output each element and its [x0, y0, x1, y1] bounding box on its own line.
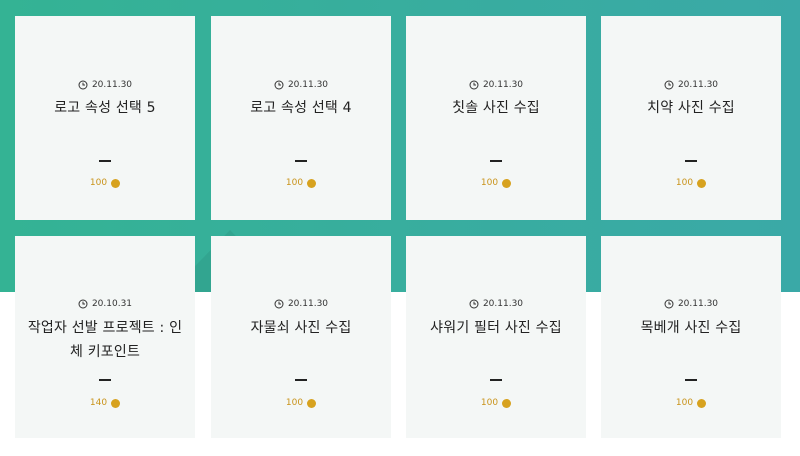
coin-icon	[697, 398, 707, 408]
card-title: 목베개 사진 수집	[640, 320, 742, 336]
card-points: 100	[675, 398, 694, 408]
points-row: 100	[406, 398, 586, 408]
card-points: 100	[285, 398, 304, 408]
card-date: 20.11.30	[677, 80, 719, 90]
clock-icon	[664, 80, 674, 90]
project-card[interactable]: 20.11.30 자물쇠 사진 수집 100	[211, 236, 391, 438]
points-row: 100	[601, 398, 781, 408]
card-title: 자물쇠 사진 수집	[250, 320, 352, 336]
coin-icon	[111, 398, 121, 408]
date-row: 20.11.30	[15, 80, 195, 90]
clock-icon	[664, 299, 674, 309]
divider-dash	[490, 379, 502, 381]
clock-icon	[274, 299, 284, 309]
project-card[interactable]: 20.11.30 치약 사진 수집 100	[601, 16, 781, 220]
coin-icon	[307, 398, 317, 408]
card-date: 20.10.31	[91, 299, 133, 309]
project-card[interactable]: 20.11.30 샤워기 필터 사진 수집 100	[406, 236, 586, 438]
date-row: 20.10.31	[15, 299, 195, 309]
divider-dash	[490, 160, 502, 162]
points-row: 100	[406, 178, 586, 188]
divider-dash	[99, 160, 111, 162]
points-row: 100	[601, 178, 781, 188]
card-points: 140	[89, 398, 108, 408]
card-title: 치약 사진 수집	[647, 100, 735, 116]
clock-icon	[78, 80, 88, 90]
points-row: 100	[211, 178, 391, 188]
card-title: 샤워기 필터 사진 수집	[430, 320, 562, 336]
card-date: 20.11.30	[91, 80, 133, 90]
card-date: 20.11.30	[482, 80, 524, 90]
clock-icon	[469, 299, 479, 309]
date-row: 20.11.30	[211, 80, 391, 90]
project-card[interactable]: 20.11.30 로고 속성 선택 4 100	[211, 16, 391, 220]
project-card[interactable]: 20.10.31 작업자 선발 프로젝트 : 인체 키포인트 140	[15, 236, 195, 438]
date-row: 20.11.30	[211, 299, 391, 309]
date-row: 20.11.30	[601, 299, 781, 309]
points-row: 100	[211, 398, 391, 408]
card-points: 100	[480, 398, 499, 408]
divider-dash	[295, 160, 307, 162]
card-date: 20.11.30	[287, 299, 329, 309]
points-row: 100	[15, 178, 195, 188]
date-row: 20.11.30	[406, 80, 586, 90]
card-points: 100	[285, 178, 304, 188]
card-title: 작업자 선발 프로젝트 : 인체 키포인트	[27, 320, 183, 360]
card-date: 20.11.30	[287, 80, 329, 90]
card-points: 100	[480, 178, 499, 188]
clock-icon	[78, 299, 88, 309]
card-date: 20.11.30	[677, 299, 719, 309]
project-card[interactable]: 20.11.30 칫솔 사진 수집 100	[406, 16, 586, 220]
date-row: 20.11.30	[406, 299, 586, 309]
divider-dash	[685, 379, 697, 381]
project-grid-page: 20.11.30 로고 속성 선택 5 100 20.11.30 로고 속성 선…	[0, 0, 800, 456]
card-date: 20.11.30	[482, 299, 524, 309]
coin-icon	[697, 178, 707, 188]
points-row: 140	[15, 398, 195, 408]
divider-dash	[295, 379, 307, 381]
divider-dash	[99, 379, 111, 381]
coin-icon	[502, 398, 512, 408]
coin-icon	[502, 178, 512, 188]
card-title: 로고 속성 선택 4	[250, 100, 352, 116]
clock-icon	[469, 80, 479, 90]
card-points: 100	[89, 178, 108, 188]
project-card[interactable]: 20.11.30 목베개 사진 수집 100	[601, 236, 781, 438]
card-points: 100	[675, 178, 694, 188]
card-title: 칫솔 사진 수집	[452, 100, 540, 116]
coin-icon	[307, 178, 317, 188]
coin-icon	[111, 178, 121, 188]
clock-icon	[274, 80, 284, 90]
card-title: 로고 속성 선택 5	[54, 100, 156, 116]
date-row: 20.11.30	[601, 80, 781, 90]
project-card[interactable]: 20.11.30 로고 속성 선택 5 100	[15, 16, 195, 220]
divider-dash	[685, 160, 697, 162]
